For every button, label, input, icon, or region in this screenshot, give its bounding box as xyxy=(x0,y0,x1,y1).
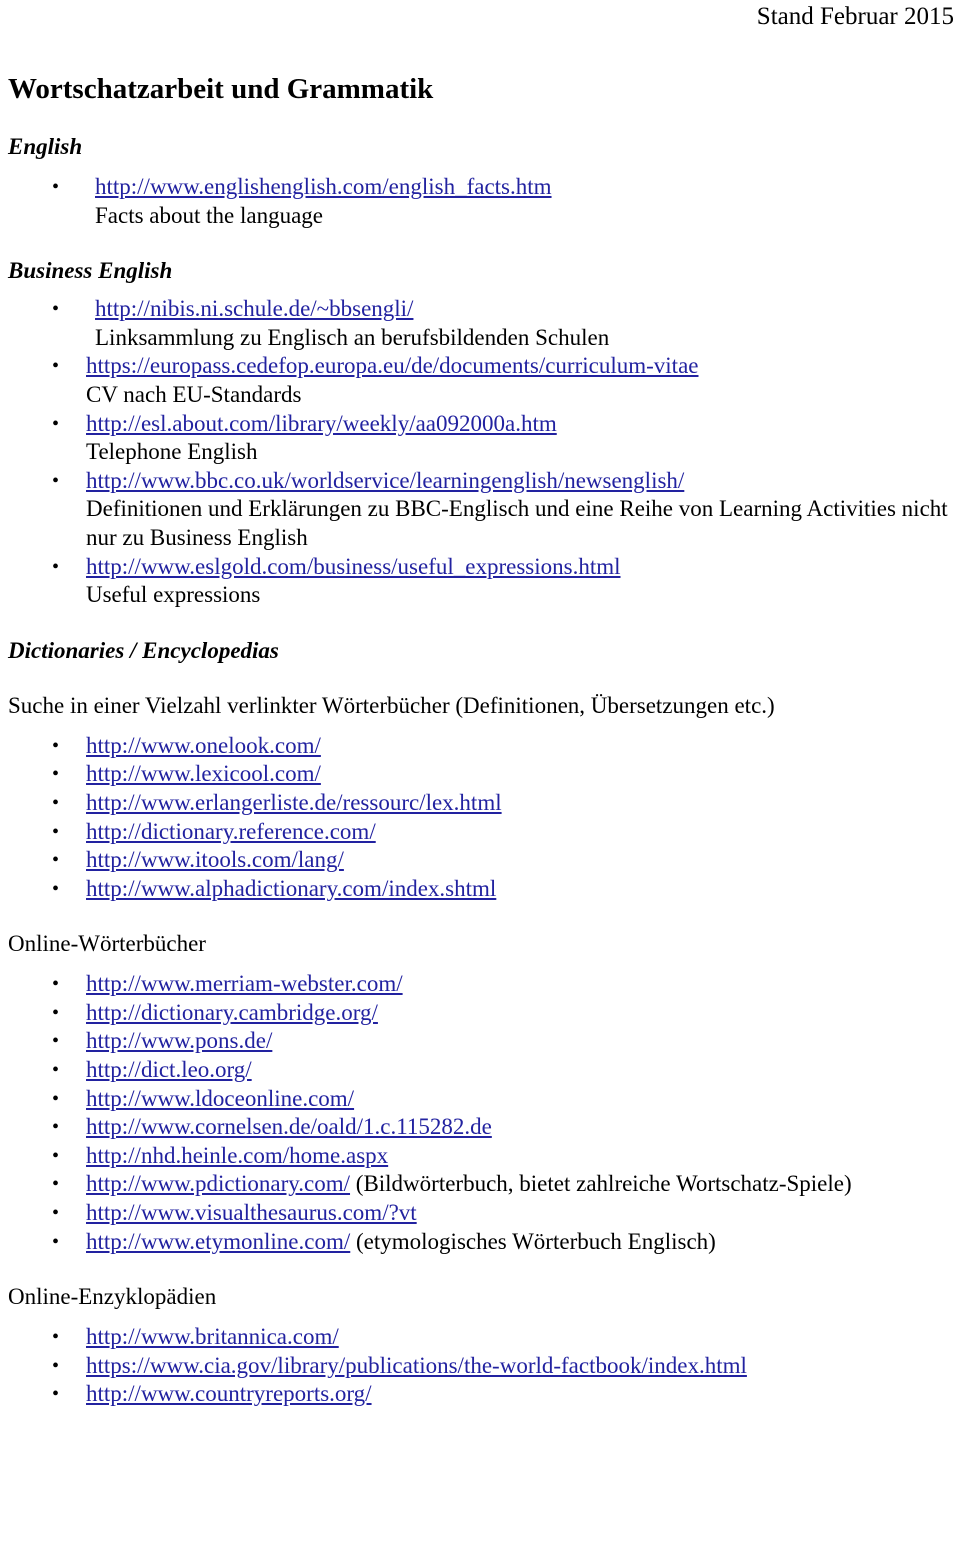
list-item: http://www.englishenglish.com/english_fa… xyxy=(8,173,952,230)
list-item: http://nibis.ni.schule.de/~bbsengli/ Lin… xyxy=(8,295,952,352)
link-onelook[interactable]: http://www.onelook.com/ xyxy=(86,733,321,758)
list-item: http://www.britannica.com/ xyxy=(8,1323,952,1352)
section-heading-dictionaries: Dictionaries / Encyclopedias xyxy=(8,637,279,663)
list-item: http://dict.leo.org/ xyxy=(8,1056,952,1085)
list-item: http://www.merriam-webster.com/ xyxy=(8,970,952,999)
link-countryreports[interactable]: http://www.countryreports.org/ xyxy=(86,1381,372,1406)
link-list-online-dictionaries: http://www.merriam-webster.com/ http://d… xyxy=(8,970,952,1256)
link-description: Definitionen und Erklärungen zu BBC-Engl… xyxy=(86,496,948,550)
link-note: (etymologisches Wörterbuch Englisch) xyxy=(350,1228,716,1254)
link-erlangerliste[interactable]: http://www.erlangerliste.de/ressourc/lex… xyxy=(86,790,502,815)
document-content: Wortschatzarbeit und Grammatik English h… xyxy=(8,72,952,1409)
list-item: http://www.bbc.co.uk/worldservice/learni… xyxy=(8,467,952,553)
link-nibis[interactable]: http://nibis.ni.schule.de/~bbsengli/ xyxy=(95,296,413,321)
list-item: http://www.erlangerliste.de/ressourc/lex… xyxy=(8,789,952,818)
link-alphadictionary[interactable]: http://www.alphadictionary.com/index.sht… xyxy=(86,876,496,901)
link-description: Facts about the language xyxy=(95,202,324,228)
link-lexicool[interactable]: http://www.lexicool.com/ xyxy=(86,761,321,786)
link-britannica[interactable]: http://www.britannica.com/ xyxy=(86,1324,339,1349)
page-title: Wortschatzarbeit und Grammatik xyxy=(8,73,434,105)
link-ldoceonline[interactable]: http://www.ldoceonline.com/ xyxy=(86,1086,354,1111)
document-page: Stand Februar 2015 Wortschatzarbeit und … xyxy=(0,0,960,1544)
list-item: http://dictionary.reference.com/ xyxy=(8,818,952,847)
list-item: http://www.countryreports.org/ xyxy=(8,1380,952,1409)
list-item: http://dictionary.cambridge.org/ xyxy=(8,999,952,1028)
link-description: CV nach EU-Standards xyxy=(86,381,302,407)
list-item: http://www.ldoceonline.com/ xyxy=(8,1085,952,1114)
list-item: http://www.lexicool.com/ xyxy=(8,760,952,789)
link-description: Telephone English xyxy=(86,439,258,465)
list-item: http://www.cornelsen.de/oald/1.c.115282.… xyxy=(8,1113,952,1142)
link-eslgold[interactable]: http://www.eslgold.com/business/useful_e… xyxy=(86,554,621,579)
link-visualthesaurus[interactable]: http://www.visualthesaurus.com/?vt xyxy=(86,1200,417,1225)
list-item: http://www.pons.de/ xyxy=(8,1027,952,1056)
list-item: http://nhd.heinle.com/home.aspx xyxy=(8,1142,952,1171)
list-item: https://www.cia.gov/library/publications… xyxy=(8,1352,952,1381)
dictionaries-intro: Suche in einer Vielzahl verlinkter Wörte… xyxy=(8,692,775,718)
link-etymonline[interactable]: http://www.etymonline.com/ xyxy=(86,1229,350,1254)
subsection-heading-encyclopedias: Online-Enzyklopädien xyxy=(8,1284,217,1310)
link-merriam-webster[interactable]: http://www.merriam-webster.com/ xyxy=(86,971,403,996)
section-heading-business-english: Business English xyxy=(8,258,173,284)
link-list-dictionaries: http://www.onelook.com/ http://www.lexic… xyxy=(8,732,952,904)
link-description: Linksammlung zu Englisch an berufsbilden… xyxy=(95,324,610,350)
link-pons[interactable]: http://www.pons.de/ xyxy=(86,1028,272,1053)
list-item: http://www.visualthesaurus.com/?vt xyxy=(8,1199,952,1228)
link-leo[interactable]: http://dict.leo.org/ xyxy=(86,1057,252,1082)
link-cornelsen-oald[interactable]: http://www.cornelsen.de/oald/1.c.115282.… xyxy=(86,1114,492,1139)
subsection-heading-online-dictionaries: Online-Wörterbücher xyxy=(8,931,206,957)
link-cia-world-factbook[interactable]: https://www.cia.gov/library/publications… xyxy=(86,1353,747,1378)
link-list-encyclopedias: http://www.britannica.com/ https://www.c… xyxy=(8,1323,952,1409)
link-cambridge-dictionary[interactable]: http://dictionary.cambridge.org/ xyxy=(86,1000,378,1025)
link-pdictionary[interactable]: http://www.pdictionary.com/ xyxy=(86,1171,350,1196)
list-item: http://www.pdictionary.com/ (Bildwörterb… xyxy=(8,1170,952,1199)
list-item: http://www.itools.com/lang/ xyxy=(8,846,952,875)
list-item: https://europass.cedefop.europa.eu/de/do… xyxy=(8,352,952,409)
link-note: (Bildwörterbuch, bietet zahlreiche Worts… xyxy=(350,1171,852,1197)
list-item: http://www.onelook.com/ xyxy=(8,732,952,761)
list-item: http://www.alphadictionary.com/index.sht… xyxy=(8,875,952,904)
link-english-facts[interactable]: http://www.englishenglish.com/english_fa… xyxy=(95,174,552,199)
link-list-english: http://www.englishenglish.com/english_fa… xyxy=(8,173,952,230)
link-europass[interactable]: https://europass.cedefop.europa.eu/de/do… xyxy=(86,353,699,378)
link-description: Useful expressions xyxy=(86,582,261,608)
link-nhd-heinle[interactable]: http://nhd.heinle.com/home.aspx xyxy=(86,1143,388,1168)
section-heading-english: English xyxy=(8,134,83,159)
list-item: http://esl.about.com/library/weekly/aa09… xyxy=(8,410,952,467)
link-list-business-english: http://nibis.ni.schule.de/~bbsengli/ Lin… xyxy=(8,295,952,610)
list-item: http://www.eslgold.com/business/useful_e… xyxy=(8,553,952,610)
link-dictionary-reference[interactable]: http://dictionary.reference.com/ xyxy=(86,819,376,844)
link-bbc-newsenglish[interactable]: http://www.bbc.co.uk/worldservice/learni… xyxy=(86,468,684,493)
link-esl-about[interactable]: http://esl.about.com/library/weekly/aa09… xyxy=(86,411,557,436)
revision-date: Stand Februar 2015 xyxy=(756,3,954,30)
list-item: http://www.etymonline.com/ (etymologisch… xyxy=(8,1228,952,1257)
link-itools[interactable]: http://www.itools.com/lang/ xyxy=(86,847,344,872)
